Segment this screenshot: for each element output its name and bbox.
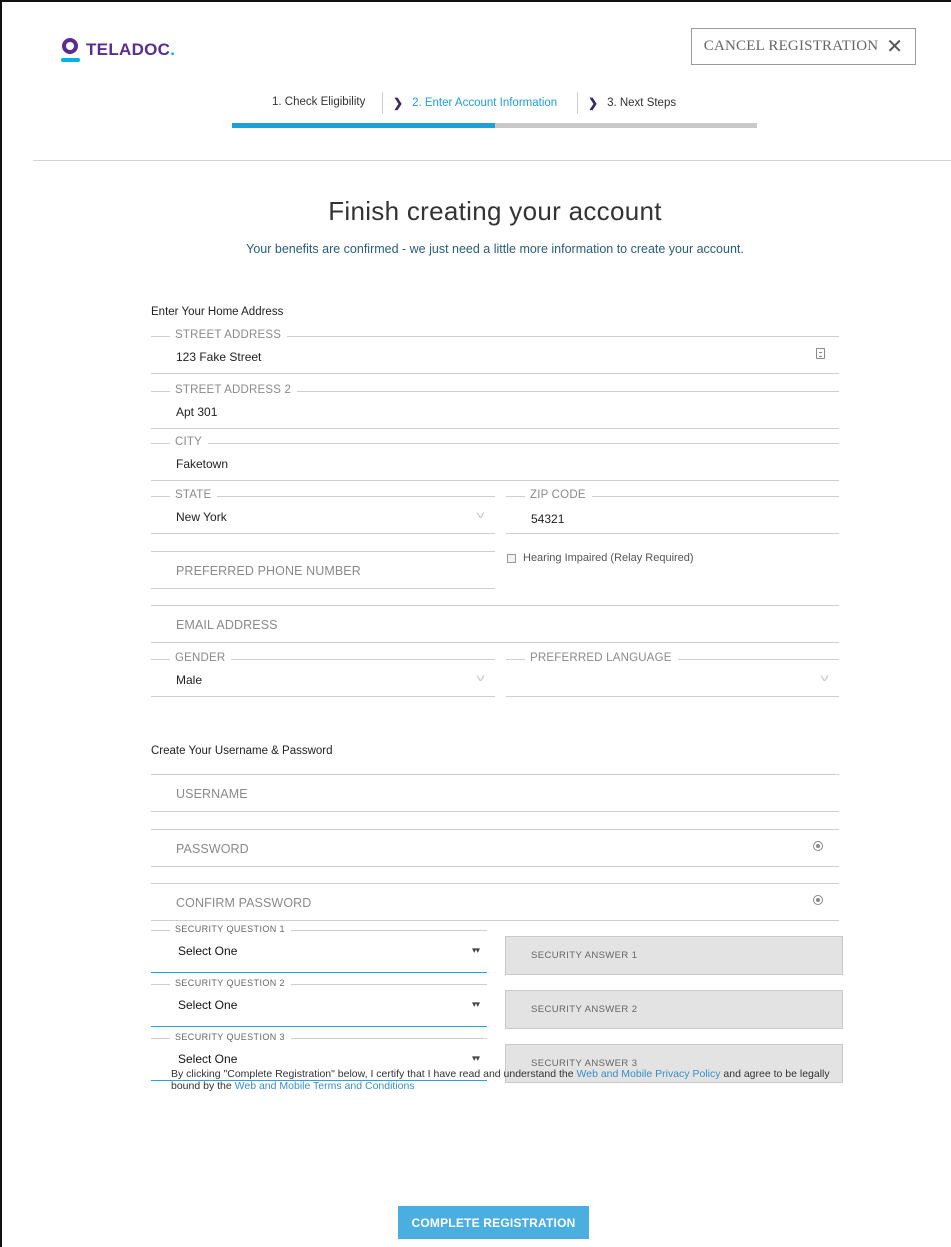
step-divider [382,92,383,114]
city-field[interactable]: CITY Faketown [151,436,839,481]
logo-dot: . [170,40,175,59]
legal-disclaimer: By clicking "Complete Registration" belo… [171,1068,861,1092]
chevron-down-icon: v [820,673,829,684]
address-section-label: Enter Your Home Address [151,306,284,318]
step-label: 1. Check Eligibility [272,96,366,108]
zip-code-label: ZIP CODE [509,489,592,501]
phone-number-input[interactable]: PREFERRED PHONE NUMBER [151,551,495,589]
chevron-down-icon: v [476,510,485,521]
registration-steps: 1. Check Eligibility ❯ 2. Enter Account … [232,90,757,130]
show-password-icon[interactable] [813,895,823,907]
step-label: 2. Enter Account Information [412,97,558,109]
account-section-label: Create Your Username & Password [151,745,333,757]
step-divider [577,92,578,114]
logo-mark-icon [61,37,80,63]
step-check-eligibility: 1. Check Eligibility [272,96,365,108]
city-value: Faketown [176,457,229,471]
state-select[interactable]: STATE New York v [151,489,495,534]
chevron-right-icon: ❯ [588,96,599,110]
security-answer-2-input[interactable]: SECURITY ANSWER 2 [505,990,843,1029]
step-next-steps: ❯ 3. Next Steps [588,96,676,110]
hearing-impaired-option[interactable]: Hearing Impaired (Relay Required) [507,552,694,564]
contact-card-icon[interactable] [816,348,825,362]
security-question-2-select[interactable]: SECURITY QUESTION 2 Select One ▾▾ [151,978,487,1027]
page-subtitle: Your benefits are confirmed - we just ne… [246,242,744,256]
close-icon: ✕ [886,35,904,58]
security-question-3-label: SECURITY QUESTION 3 [155,1032,291,1042]
hearing-impaired-label: Hearing Impaired (Relay Required) [523,552,694,564]
confirm-password-placeholder: CONFIRM PASSWORD [176,896,312,910]
zip-code-value: 54321 [531,512,565,526]
state-value: New York [176,510,227,524]
password-input[interactable]: PASSWORD [151,829,839,867]
gender-label: GENDER [154,652,232,664]
chevron-right-icon: ❯ [393,96,404,110]
password-placeholder: PASSWORD [176,842,249,856]
legal-prefix: By clicking "Complete Registration" belo… [171,1068,577,1080]
step-enter-account-information: ❯ 2. Enter Account Information [393,96,557,110]
step-label: 3. Next Steps [607,97,677,109]
username-placeholder: USERNAME [176,787,248,801]
page-title: Finish creating your account [328,196,662,226]
state-label: STATE [154,489,218,501]
zip-code-field[interactable]: ZIP CODE 54321 [506,489,839,534]
progress-track [232,123,757,128]
confirm-password-input[interactable]: CONFIRM PASSWORD [151,883,839,921]
complete-registration-button[interactable]: COMPLETE REGISTRATION [398,1206,589,1239]
street-address-field[interactable]: STREET ADDRESS 123 Fake Street [151,329,839,374]
security-question-2-label: SECURITY QUESTION 2 [155,978,291,988]
street-address-label: STREET ADDRESS [154,329,288,341]
security-question-3-value: Select One [178,1052,238,1066]
cancel-registration-button[interactable]: CANCEL REGISTRATION ✕ [691,28,916,65]
security-question-2-value: Select One [178,998,238,1012]
street-address-2-field[interactable]: STREET ADDRESS 2 Apt 301 [151,384,839,429]
teladoc-logo[interactable]: TELADOC. [61,37,175,63]
privacy-policy-link[interactable]: Web and Mobile Privacy Policy [577,1068,721,1080]
select-arrows-icon: ▾▾ [471,999,480,1009]
hearing-impaired-checkbox[interactable] [507,553,516,563]
security-question-1-label: SECURITY QUESTION 1 [155,924,291,934]
chevron-down-icon: v [476,673,485,684]
security-answer-1-placeholder: SECURITY ANSWER 1 [531,950,638,961]
preferred-language-label: PREFERRED LANGUAGE [509,652,678,664]
gender-value: Male [176,673,203,687]
header-divider [33,160,951,161]
city-label: CITY [154,436,208,448]
security-answer-2-placeholder: SECURITY ANSWER 2 [531,1004,638,1015]
security-answer-1-input[interactable]: SECURITY ANSWER 1 [505,936,843,975]
username-input[interactable]: USERNAME [151,774,839,812]
security-question-1-select[interactable]: SECURITY QUESTION 1 Select One ▾▾ [151,924,487,973]
street-address-2-label: STREET ADDRESS 2 [154,384,298,396]
terms-link[interactable]: Web and Mobile Terms and Conditions [235,1080,415,1092]
logo-text: TELADOC [86,40,171,59]
street-address-2-value: Apt 301 [176,405,218,419]
progress-fill [232,123,495,128]
show-password-icon[interactable] [813,841,823,853]
email-address-input[interactable]: EMAIL ADDRESS [151,605,839,643]
gender-select[interactable]: GENDER Male v [151,652,495,697]
phone-number-placeholder: PREFERRED PHONE NUMBER [176,564,361,578]
cancel-registration-label: CANCEL REGISTRATION [703,38,879,54]
select-arrows-icon: ▾▾ [471,1053,480,1063]
street-address-value: 123 Fake Street [176,350,262,364]
select-arrows-icon: ▾▾ [471,945,480,955]
security-question-1-value: Select One [178,944,238,958]
email-address-placeholder: EMAIL ADDRESS [176,618,278,632]
preferred-language-select[interactable]: PREFERRED LANGUAGE v [506,652,839,697]
